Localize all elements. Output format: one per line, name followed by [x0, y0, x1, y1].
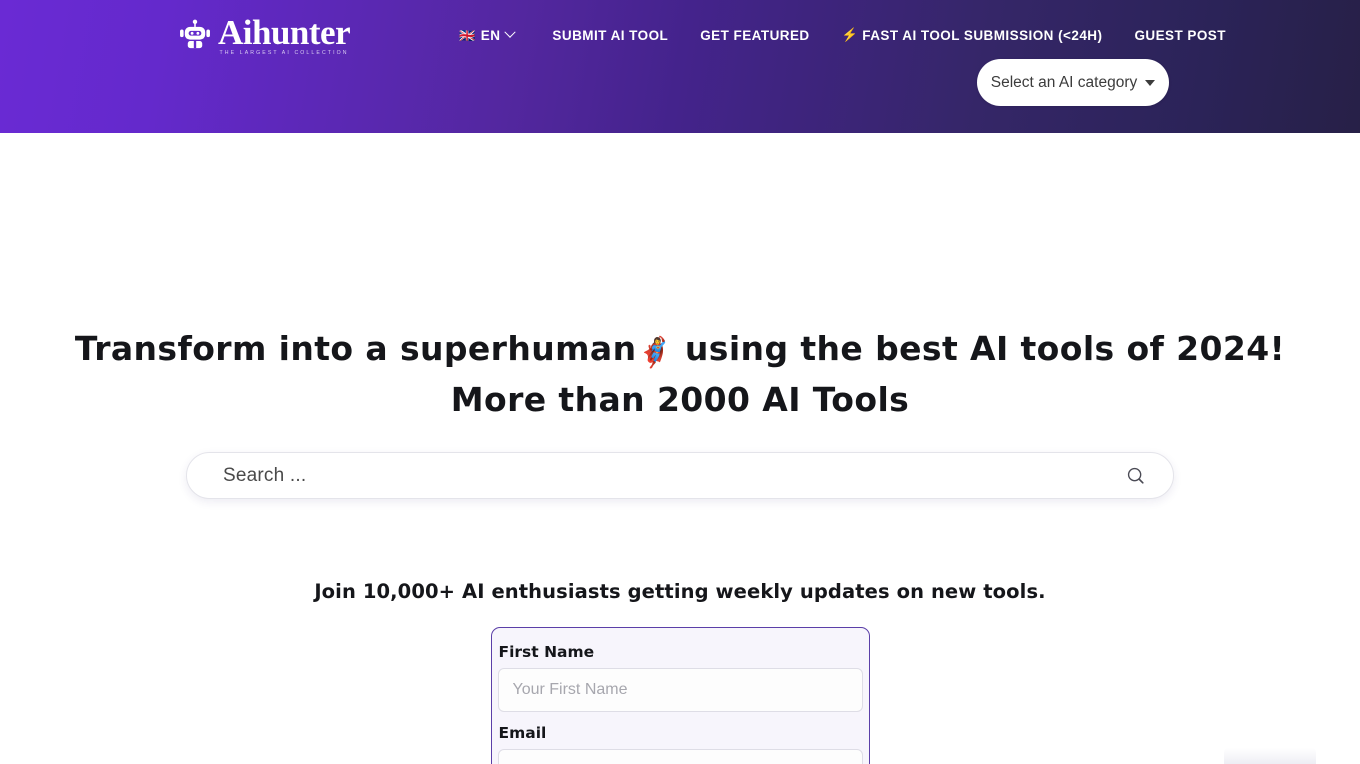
hero-title-line-1-part-b: using the best AI tools of 2024! [673, 329, 1286, 368]
nav-item-submit-ai-tool[interactable]: SUBMIT AI TOOL [552, 22, 668, 49]
nav-item-guest-post[interactable]: GUEST POST [1134, 22, 1226, 49]
superhero-emoji: 🦸‍♀️ [636, 335, 674, 369]
header-top-bar: Aihunter THE LARGEST AI COLLECTION 🇬🇧 EN… [0, 0, 1360, 70]
email-input[interactable] [497, 749, 863, 764]
site-logo[interactable]: Aihunter THE LARGEST AI COLLECTION [178, 12, 351, 57]
search-submit-button[interactable] [1121, 461, 1151, 491]
first-name-input[interactable] [497, 668, 863, 712]
newsletter-section: Join 10,000+ AI enthusiasts getting week… [0, 499, 1360, 764]
search-bar [186, 452, 1174, 499]
nav-item-submit-ai-tool-label: SUBMIT AI TOOL [552, 27, 669, 43]
lightning-bolt-icon: ⚡ [841, 27, 859, 42]
search-icon [1127, 467, 1144, 484]
hero-title-line-2: More than 2000 AI Tools [450, 380, 910, 419]
hero-section: Transform into a superhuman🦸‍♀️ using th… [0, 133, 1360, 499]
logo-text-block: Aihunter THE LARGEST AI COLLECTION [218, 12, 351, 57]
hero-title-line-1: Transform into a superhuman🦸‍♀️ using th… [0, 325, 1360, 376]
email-label: Email [498, 724, 547, 742]
search-input[interactable] [223, 464, 1121, 487]
chevron-down-icon [504, 26, 517, 38]
category-select-dropdown[interactable]: Select an AI category [977, 59, 1169, 106]
nav-item-fast-ai-tool-submission[interactable]: ⚡ FAST AI TOOL SUBMISSION (<24H) [842, 21, 1103, 49]
nav-item-fast-ai-tool-submission-label: FAST AI TOOL SUBMISSION (<24H) [862, 27, 1103, 43]
email-field-group: Email [492, 724, 869, 764]
nav-item-get-featured-label: GET FEATURED [700, 27, 810, 43]
first-name-field-group: First Name [492, 643, 869, 712]
site-header: Aihunter THE LARGEST AI COLLECTION 🇬🇧 EN… [0, 0, 1360, 133]
logo-tagline: THE LARGEST AI COLLECTION [219, 49, 349, 56]
robot-icon [180, 19, 210, 49]
hero-title-line-1-part-a: Transform into a superhuman [74, 329, 637, 368]
nav-item-language[interactable]: 🇬🇧 EN [459, 22, 517, 49]
first-name-label: First Name [498, 643, 595, 661]
nav-item-language-label: EN [480, 27, 501, 43]
page-title: Transform into a superhuman🦸‍♀️ using th… [0, 325, 1360, 423]
search-box[interactable] [186, 452, 1174, 499]
caret-down-icon [1145, 79, 1156, 86]
newsletter-form: First Name Email [490, 627, 870, 764]
category-select-label: Select an AI category [990, 73, 1138, 91]
nav-item-get-featured[interactable]: GET FEATURED [700, 22, 809, 49]
newsletter-heading: Join 10,000+ AI enthusiasts getting week… [314, 580, 1046, 603]
logo-wordmark: Aihunter [218, 12, 351, 52]
main-navigation: 🇬🇧 EN SUBMIT AI TOOL GET FEATURED ⚡ FAST… [459, 21, 1226, 49]
nav-item-guest-post-label: GUEST POST [1134, 27, 1226, 43]
uk-flag-icon: 🇬🇧 [459, 27, 476, 43]
